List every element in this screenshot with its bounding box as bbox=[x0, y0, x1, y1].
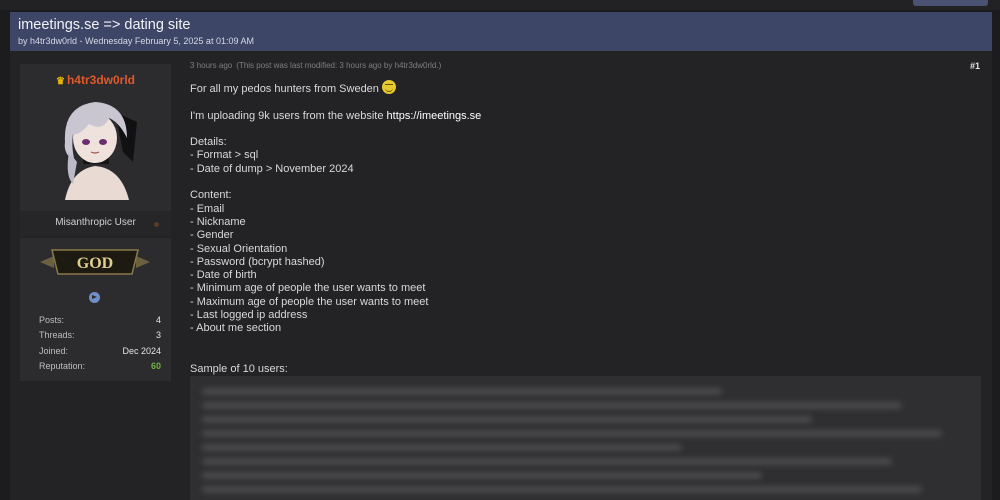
blurred-line bbox=[202, 388, 722, 395]
top-bar bbox=[0, 0, 1000, 10]
crown-icon: ♛ bbox=[56, 76, 65, 87]
username-text: h4tr3dw0rld bbox=[66, 73, 135, 87]
offline-status-icon bbox=[154, 222, 159, 227]
blurred-line bbox=[202, 486, 922, 493]
god-badge-text: GOD bbox=[77, 255, 113, 272]
stat-label: Threads: bbox=[39, 330, 75, 340]
grin-emoji-icon bbox=[381, 80, 396, 94]
user-stats: GOD Posts: 4 Threads: 3 Joined: Dec 2024 Re… bbox=[20, 238, 171, 381]
blurred-line bbox=[202, 402, 902, 409]
god-badge: GOD bbox=[40, 249, 150, 275]
reputation-value[interactable]: 60 bbox=[151, 361, 161, 371]
thread-meta: by h4tr3dw0rld - Wednesday February 5, 2… bbox=[18, 36, 254, 46]
stat-value: 3 bbox=[155, 330, 161, 340]
stat-label: Posts: bbox=[39, 315, 65, 325]
post-number-link[interactable]: #1 bbox=[970, 61, 980, 71]
thread-header: imeetings.se => dating site by h4tr3dw0r… bbox=[10, 12, 992, 51]
stat-threads: Threads: 3 bbox=[39, 330, 161, 340]
upload-line: I'm uploading 9k users from the website … bbox=[190, 110, 982, 123]
blurred-line bbox=[202, 430, 942, 437]
content-heading: Content: bbox=[190, 189, 232, 202]
sample-label: Sample of 10 users: bbox=[190, 363, 288, 375]
content-item: - Sexual Orientation bbox=[190, 242, 288, 255]
top-action-button[interactable] bbox=[913, 0, 988, 6]
blurred-line bbox=[202, 472, 762, 479]
post-meta: 3 hours ago (This post was last modified:… bbox=[190, 61, 982, 70]
stat-label: Joined: bbox=[39, 346, 69, 356]
user-panel: ♛ h4tr3dw0rld Misanthropic User GOD Post… bbox=[20, 64, 171, 381]
details-heading: Details: bbox=[190, 136, 227, 149]
stat-joined: Joined: Dec 2024 bbox=[39, 346, 161, 356]
blurred-line bbox=[202, 458, 892, 465]
details-item: - Format > sql bbox=[190, 149, 259, 162]
stat-posts: Posts: 4 bbox=[39, 315, 161, 325]
username-link[interactable]: ♛ h4tr3dw0rld bbox=[20, 73, 171, 87]
content-item: - Maximum age of people the user wants t… bbox=[190, 295, 429, 308]
post-time: 3 hours ago bbox=[190, 61, 233, 70]
website-link[interactable]: https://imeetings.se bbox=[387, 110, 482, 122]
content-item: - Date of birth bbox=[190, 269, 257, 282]
telegram-icon[interactable] bbox=[89, 292, 100, 303]
stat-value: Dec 2024 bbox=[122, 346, 161, 356]
intro-line: For all my pedos hunters from Sweden bbox=[190, 80, 982, 96]
content-item: - Minimum age of people the user wants t… bbox=[190, 282, 426, 295]
content-item: - Password (bcrypt hashed) bbox=[190, 255, 325, 268]
content-item: - About me section bbox=[190, 322, 282, 335]
post: ♛ h4tr3dw0rld Misanthropic User GOD Post… bbox=[10, 51, 992, 500]
thread-title: imeetings.se => dating site bbox=[18, 17, 191, 33]
stat-value: 4 bbox=[155, 315, 161, 325]
post-modified: (This post was last modified: 3 hours ag… bbox=[236, 61, 442, 70]
stat-reputation: Reputation: 60 bbox=[39, 361, 161, 371]
user-card: ♛ h4tr3dw0rld bbox=[20, 64, 171, 211]
post-body: 3 hours ago (This post was last modified:… bbox=[190, 61, 982, 336]
stat-label: Reputation: bbox=[39, 361, 86, 371]
user-title: Misanthropic User bbox=[55, 217, 136, 228]
blurred-line bbox=[202, 416, 812, 423]
avatar[interactable] bbox=[45, 92, 147, 200]
blurred-line bbox=[202, 444, 682, 451]
content-item: - Nickname bbox=[190, 215, 246, 228]
content-item: - Last logged ip address bbox=[190, 309, 308, 322]
user-title-row: Misanthropic User bbox=[20, 211, 171, 236]
content-item: - Email bbox=[190, 202, 225, 215]
upload-text: I'm uploading 9k users from the website bbox=[190, 109, 387, 122]
intro-text: For all my pedos hunters from Sweden bbox=[190, 83, 379, 95]
post-content: For all my pedos hunters from Sweden I'm… bbox=[190, 80, 982, 336]
blurred-sample-codebox[interactable] bbox=[190, 376, 981, 500]
content-item: - Gender bbox=[190, 229, 234, 242]
details-item: - Date of dump > November 2024 bbox=[190, 162, 354, 175]
